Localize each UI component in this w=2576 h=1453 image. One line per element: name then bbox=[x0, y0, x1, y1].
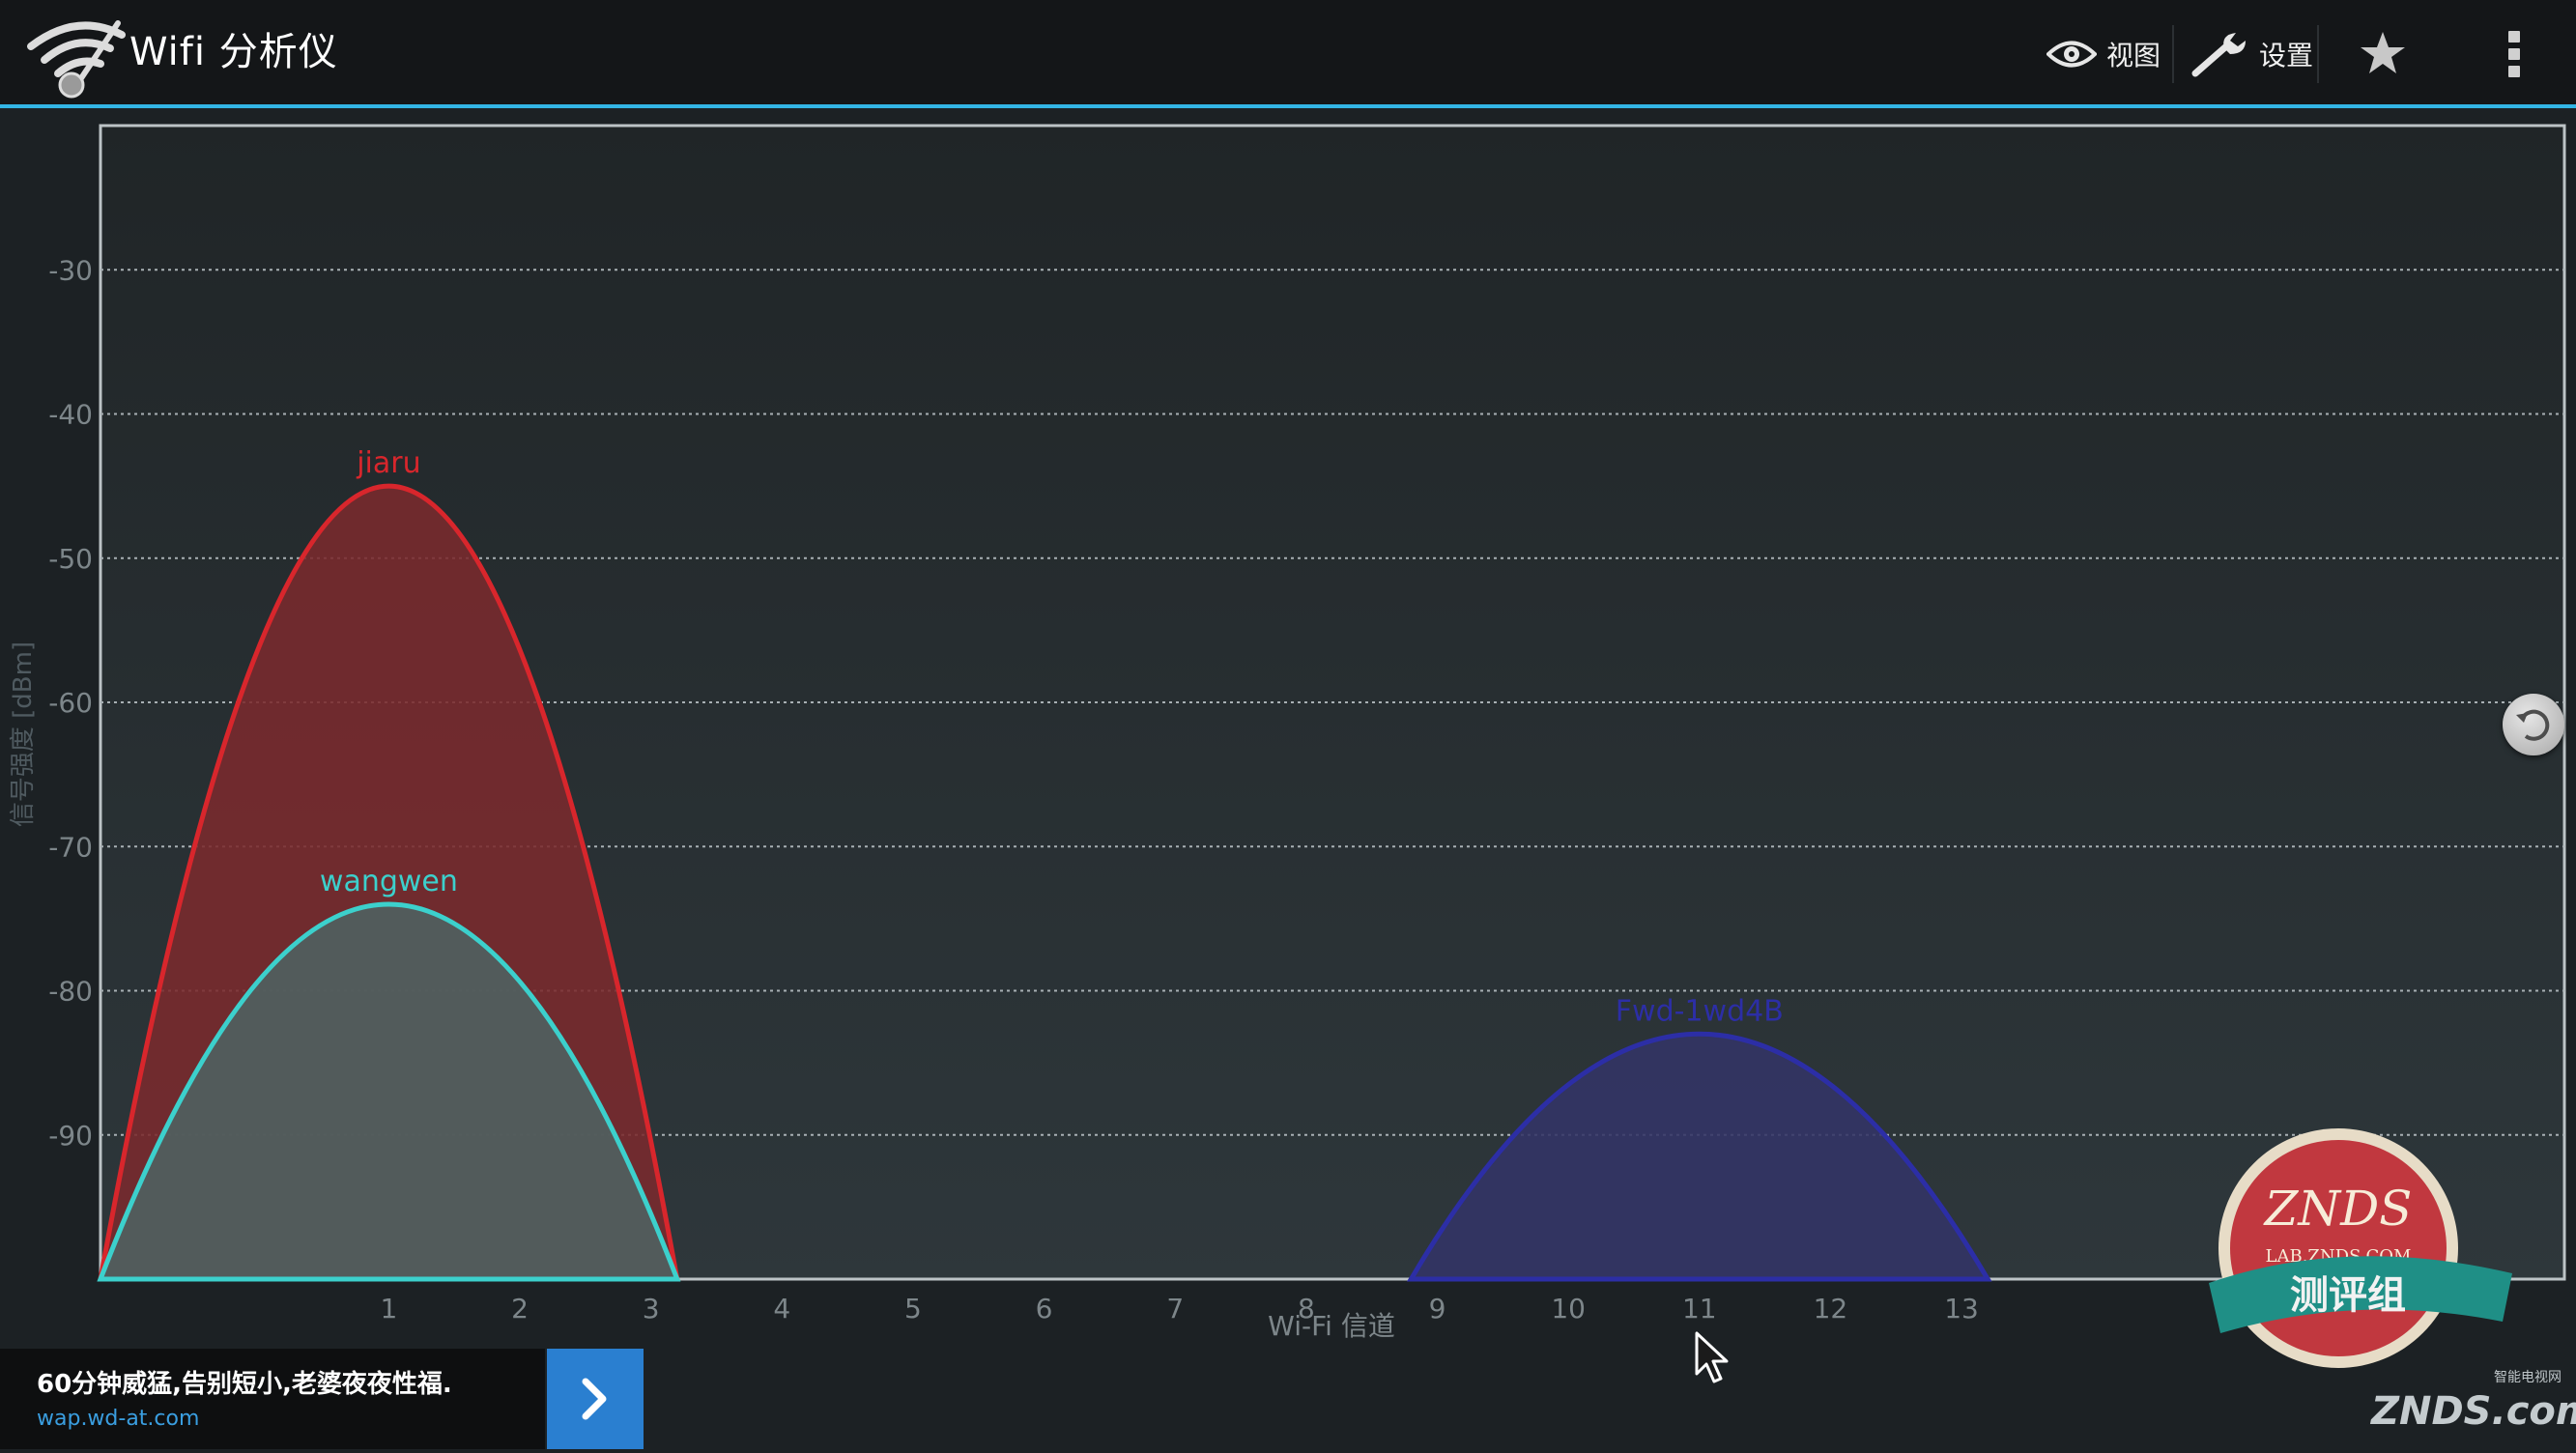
x-tick-label: 3 bbox=[643, 1293, 660, 1325]
settings-label: 设置 bbox=[2259, 40, 2314, 71]
view-label: 视图 bbox=[2106, 40, 2161, 71]
y-axis-title: 信号强度 [dBm] bbox=[9, 641, 38, 827]
znds-watermark-seal: ZNDS LAB.ZNDS.COM 测评组 bbox=[2209, 1128, 2512, 1368]
view-button[interactable]: 视图 bbox=[2046, 21, 2161, 87]
x-tick-label: 12 bbox=[1814, 1293, 1848, 1325]
ad-banner[interactable]: 60分钟威猛,告别短小,老婆夜夜性福. wap.wd-at.com bbox=[0, 1349, 545, 1449]
x-tick-label: 6 bbox=[1036, 1293, 1053, 1325]
watermark-ribbon: 测评组 bbox=[2290, 1273, 2406, 1318]
app-title: Wifi 分析仪 bbox=[129, 30, 338, 74]
settings-button[interactable]: 设置 bbox=[2191, 21, 2313, 87]
x-tick-label: 11 bbox=[1682, 1293, 1717, 1325]
x-tick-label: 2 bbox=[511, 1293, 529, 1325]
ad-open-button[interactable] bbox=[547, 1349, 644, 1449]
x-tick-label: 5 bbox=[904, 1293, 922, 1325]
watermark-site: ZNDS.com bbox=[2369, 1389, 2576, 1434]
y-tick-label: -90 bbox=[48, 1120, 93, 1152]
x-tick-label: 10 bbox=[1551, 1293, 1586, 1325]
ad-url[interactable]: wap.wd-at.com bbox=[37, 1407, 199, 1431]
watermark-brand: ZNDS bbox=[2263, 1181, 2413, 1237]
ssid-label: wangwen bbox=[320, 865, 458, 898]
wrench-icon bbox=[2191, 33, 2246, 77]
ssid-label: jiaru bbox=[356, 446, 420, 480]
x-axis-title: Wi-Fi 信道 bbox=[1268, 1310, 1395, 1342]
y-tick-label: -30 bbox=[48, 254, 93, 286]
chevron-right-icon bbox=[582, 1378, 607, 1420]
x-axis-ticks: 1 2 3 4 5 6 7 8 9 10 11 12 13 bbox=[380, 1293, 1978, 1325]
x-tick-label: 4 bbox=[773, 1293, 790, 1325]
actionbar-divider bbox=[2317, 25, 2319, 83]
watermark-site-tag: 智能电视网 bbox=[2494, 1370, 2562, 1385]
x-tick-label: 9 bbox=[1429, 1293, 1446, 1325]
mouse-cursor-icon bbox=[1695, 1331, 1729, 1383]
actionbar-divider bbox=[2172, 25, 2174, 83]
y-tick-label: -50 bbox=[48, 543, 93, 575]
x-tick-label: 1 bbox=[380, 1293, 397, 1325]
y-tick-label: -60 bbox=[48, 687, 93, 719]
eye-icon bbox=[2046, 41, 2097, 68]
znds-site-logo: 智能电视网 ZNDS.com bbox=[2369, 1370, 2576, 1434]
y-axis-ticks: -30 -40 -50 -60 -70 -80 -90 bbox=[48, 254, 93, 1152]
x-tick-label: 7 bbox=[1166, 1293, 1184, 1325]
action-bar: Wifi 分析仪 视图 设置 bbox=[0, 0, 2576, 108]
refresh-button[interactable] bbox=[2503, 694, 2564, 755]
refresh-icon bbox=[2516, 709, 2550, 741]
y-tick-label: -40 bbox=[48, 399, 93, 431]
wifi-app-icon[interactable] bbox=[23, 14, 129, 99]
x-tick-label: 13 bbox=[1944, 1293, 1979, 1325]
y-tick-label: -80 bbox=[48, 976, 93, 1008]
ssid-label: Fwd-1wd4B bbox=[1616, 994, 1784, 1028]
ad-text[interactable]: 60分钟威猛,告别短小,老婆夜夜性福. bbox=[37, 1364, 452, 1400]
y-tick-label: -70 bbox=[48, 831, 93, 863]
overflow-menu-icon[interactable] bbox=[2495, 27, 2533, 85]
signal-chart: jiaru wangwen Fwd-1wd4B -30 -40 -50 -60 -70 -80… bbox=[9, 124, 2566, 1342]
star-icon[interactable] bbox=[2358, 29, 2408, 79]
